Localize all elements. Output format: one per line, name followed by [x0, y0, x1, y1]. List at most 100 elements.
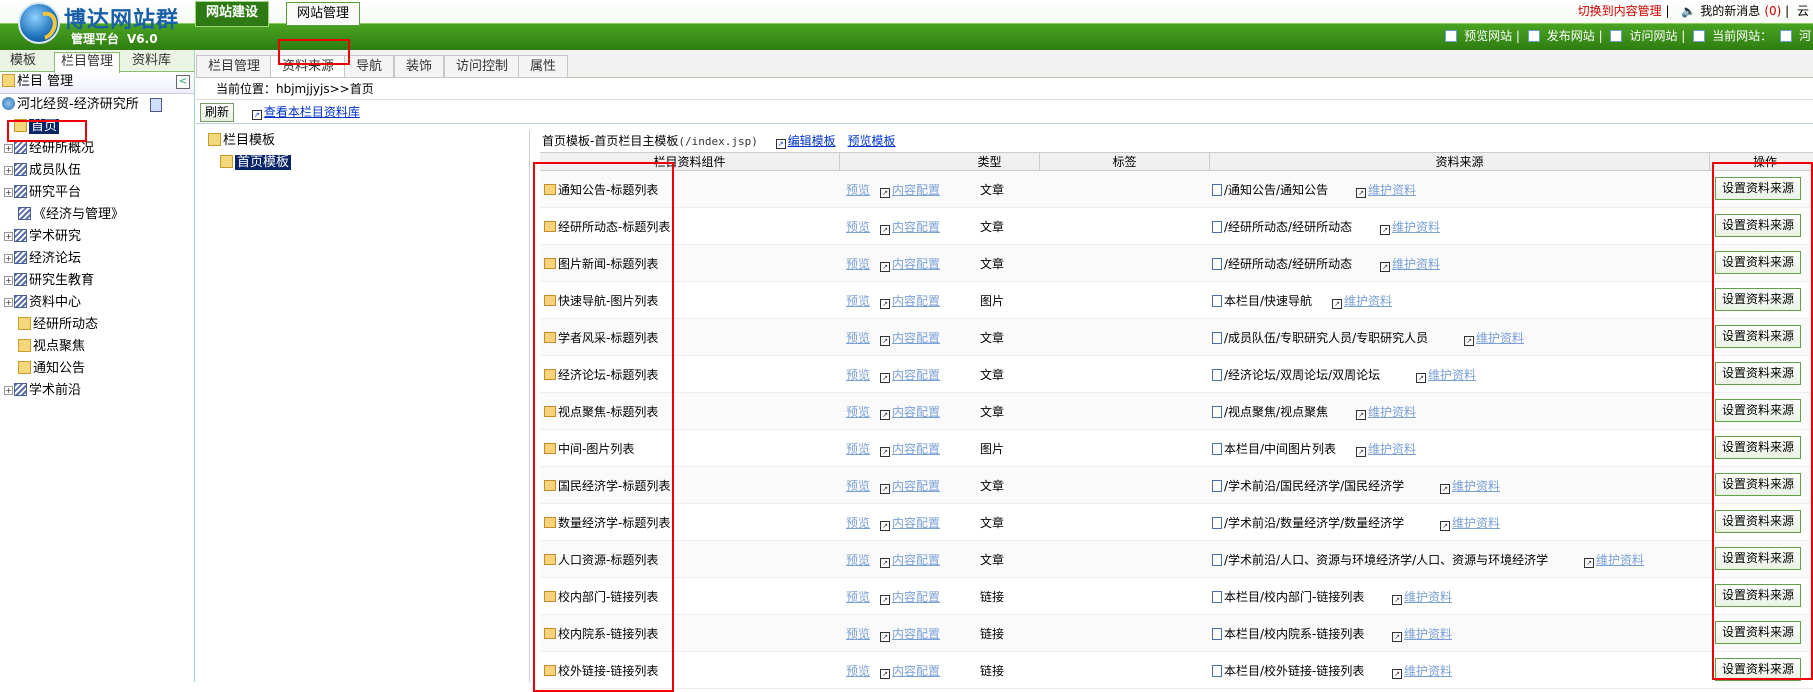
tab-column-manage[interactable]: 栏目管理: [54, 52, 121, 73]
component-name[interactable]: 中间-图片列表: [544, 440, 634, 457]
maintain-data-link[interactable]: ↗ 维护资料: [1386, 662, 1452, 679]
tree-template-home[interactable]: 首页模板: [200, 152, 529, 174]
content-config-link[interactable]: ↗ 内容配置: [880, 329, 940, 346]
component-name[interactable]: 校内院系-链接列表: [544, 625, 658, 642]
component-name[interactable]: 快速导航-图片列表: [544, 292, 658, 309]
preview-link[interactable]: 预览: [846, 440, 870, 457]
maintain-data-link[interactable]: ↗ 维护资料: [1386, 588, 1452, 605]
maintain-data-link[interactable]: ↗ 维护资料: [1386, 625, 1452, 642]
content-config-link[interactable]: ↗ 内容配置: [880, 662, 940, 679]
maintain-data-link[interactable]: ↗ 维护资料: [1350, 181, 1416, 198]
content-config-link[interactable]: ↗ 内容配置: [880, 181, 940, 198]
preview-link[interactable]: 预览: [846, 292, 870, 309]
maintain-data-link[interactable]: ↗ 维护资料: [1326, 292, 1392, 309]
component-name[interactable]: 经济论坛-标题列表: [544, 366, 658, 383]
content-config-link[interactable]: ↗ 内容配置: [880, 588, 940, 605]
tree-item[interactable]: + 学术研究: [0, 226, 194, 248]
preview-link[interactable]: 预览: [846, 181, 870, 198]
preview-link[interactable]: 预览: [846, 625, 870, 642]
tab-properties[interactable]: 属性: [518, 55, 569, 78]
maintain-data-link[interactable]: ↗ 维护资料: [1410, 366, 1476, 383]
tab-column-manage[interactable]: 栏目管理: [196, 55, 273, 78]
preview-link[interactable]: 预览: [846, 218, 870, 235]
set-data-source-button[interactable]: 设置资料来源: [1714, 214, 1801, 237]
preview-link[interactable]: 预览: [846, 662, 870, 679]
component-name[interactable]: 数量经济学-标题列表: [544, 514, 670, 531]
messages-link[interactable]: 🔈 我的新消息 (0): [1677, 4, 1781, 18]
tree-item[interactable]: + 研究生教育: [0, 270, 194, 292]
current-site-select[interactable]: 河: [1779, 29, 1811, 43]
content-config-link[interactable]: ↗ 内容配置: [880, 440, 940, 457]
tab-access-control[interactable]: 访问控制: [444, 55, 521, 78]
set-data-source-button[interactable]: 设置资料来源: [1714, 251, 1801, 274]
preview-link[interactable]: 预览: [846, 366, 870, 383]
refresh-button[interactable]: 刷新: [200, 103, 235, 122]
preview-link[interactable]: 预览: [846, 588, 870, 605]
tab-navigation[interactable]: 导航: [344, 55, 395, 78]
tree-item[interactable]: + 学术前沿: [0, 380, 194, 402]
preview-link[interactable]: 预览: [846, 514, 870, 531]
set-data-source-button[interactable]: 设置资料来源: [1714, 658, 1801, 681]
component-name[interactable]: 通知公告-标题列表: [544, 181, 658, 198]
tree-item[interactable]: + 研究平台: [0, 182, 194, 204]
edit-template-link[interactable]: ↗ 编辑模板: [770, 134, 836, 149]
content-config-link[interactable]: ↗ 内容配置: [880, 292, 940, 309]
tree-item[interactable]: + 经济论坛: [0, 248, 194, 270]
content-config-link[interactable]: ↗ 内容配置: [880, 403, 940, 420]
preview-link[interactable]: 预览: [846, 329, 870, 346]
maintain-data-link[interactable]: ↗ 维护资料: [1374, 218, 1440, 235]
preview-link[interactable]: 预览: [846, 551, 870, 568]
component-name[interactable]: 经研所动态-标题列表: [544, 218, 670, 235]
content-config-link[interactable]: ↗ 内容配置: [880, 625, 940, 642]
tab-library[interactable]: 资料库: [126, 52, 177, 72]
tree-item[interactable]: + 经研所概况: [0, 138, 194, 160]
preview-link[interactable]: 预览: [846, 403, 870, 420]
set-data-source-button[interactable]: 设置资料来源: [1714, 288, 1801, 311]
content-config-link[interactable]: ↗ 内容配置: [880, 366, 940, 383]
view-library-link[interactable]: ↗ 查看本栏目资料库: [246, 105, 360, 120]
switch-content-link[interactable]: 切换到内容管理: [1578, 4, 1662, 18]
tree-template-root[interactable]: 栏目模板: [200, 130, 529, 152]
set-data-source-button[interactable]: 设置资料来源: [1714, 362, 1801, 385]
tree-item[interactable]: 视点聚焦: [0, 336, 194, 358]
component-name[interactable]: 学者风采-标题列表: [544, 329, 658, 346]
page-icon[interactable]: [150, 98, 162, 112]
tree-item[interactable]: 《经济与管理》: [0, 204, 194, 226]
content-config-link[interactable]: ↗ 内容配置: [880, 477, 940, 494]
component-name[interactable]: 国民经济学-标题列表: [544, 477, 670, 494]
set-data-source-button[interactable]: 设置资料来源: [1714, 547, 1801, 570]
tree-item[interactable]: 通知公告: [0, 358, 194, 380]
component-name[interactable]: 视点聚焦-标题列表: [544, 403, 658, 420]
set-data-source-button[interactable]: 设置资料来源: [1714, 621, 1801, 644]
tree-site-root[interactable]: 河北经贸-经济研究所: [0, 94, 194, 116]
component-name[interactable]: 校内部门-链接列表: [544, 588, 658, 605]
tree-item[interactable]: + 资料中心: [0, 292, 194, 314]
tab-site-build[interactable]: 网站建设: [195, 1, 270, 27]
maintain-data-link[interactable]: ↗ 维护资料: [1434, 477, 1500, 494]
tree-item[interactable]: + 成员队伍: [0, 160, 194, 182]
tree-item[interactable]: 经研所动态: [0, 314, 194, 336]
maintain-data-link[interactable]: ↗ 维护资料: [1350, 440, 1416, 457]
collapse-icon[interactable]: <: [176, 75, 190, 89]
publish-site-link[interactable]: 发布网站: [1527, 29, 1595, 43]
component-name[interactable]: 校外链接-链接列表: [544, 662, 658, 679]
tree-home[interactable]: 首页: [0, 116, 194, 138]
visit-site-link[interactable]: 访问网站: [1610, 29, 1677, 43]
tab-decoration[interactable]: 装饰: [394, 55, 445, 78]
maintain-data-link[interactable]: ↗ 维护资料: [1458, 329, 1524, 346]
maintain-data-link[interactable]: ↗ 维护资料: [1350, 403, 1416, 420]
preview-site-link[interactable]: 预览网站: [1445, 29, 1512, 43]
preview-template-link[interactable]: 预览模板: [848, 134, 896, 148]
tab-data-source[interactable]: 资料来源: [270, 55, 347, 78]
cloud-link[interactable]: 云: [1797, 4, 1809, 18]
preview-link[interactable]: 预览: [846, 477, 870, 494]
set-data-source-button[interactable]: 设置资料来源: [1714, 510, 1801, 533]
maintain-data-link[interactable]: ↗ 维护资料: [1434, 514, 1500, 531]
set-data-source-button[interactable]: 设置资料来源: [1714, 436, 1801, 459]
content-config-link[interactable]: ↗ 内容配置: [880, 514, 940, 531]
component-name[interactable]: 人口资源-标题列表: [544, 551, 658, 568]
content-config-link[interactable]: ↗ 内容配置: [880, 551, 940, 568]
set-data-source-button[interactable]: 设置资料来源: [1714, 325, 1801, 348]
maintain-data-link[interactable]: ↗ 维护资料: [1578, 551, 1644, 568]
set-data-source-button[interactable]: 设置资料来源: [1714, 399, 1801, 422]
